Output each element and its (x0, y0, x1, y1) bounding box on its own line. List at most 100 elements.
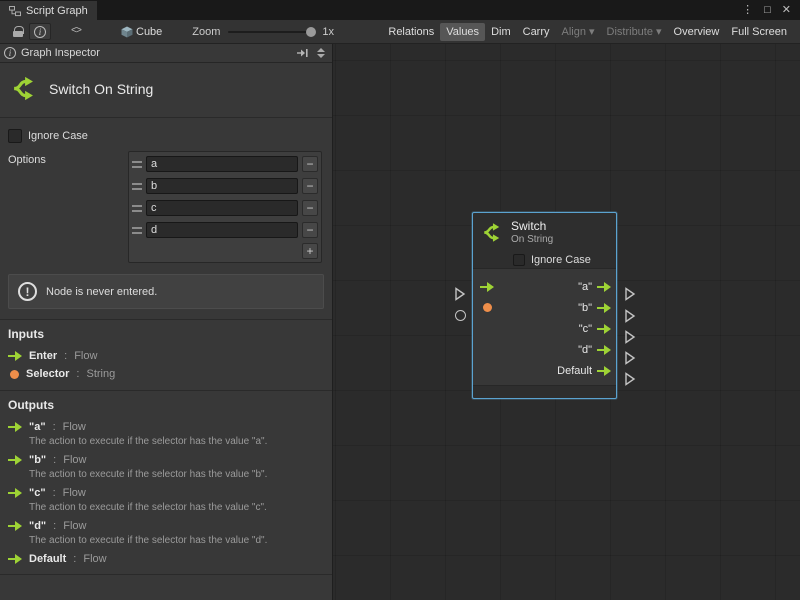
port-type: Flow (63, 454, 86, 466)
remove-option-button[interactable]: − (302, 178, 318, 194)
node-port-label: "a" (578, 281, 592, 293)
distribute-button[interactable]: Distribute ▾ (601, 22, 668, 41)
options-label: Options (8, 151, 128, 166)
enter-port-icon[interactable] (480, 282, 494, 292)
edit-script-button[interactable]: <> (65, 23, 87, 40)
flow-port-icon (8, 554, 22, 564)
selector-port-icon[interactable] (483, 303, 492, 312)
fullscreen-label: Full Screen (731, 26, 787, 38)
remove-option-button[interactable]: − (302, 222, 318, 238)
close-icon[interactable]: ✕ (782, 5, 791, 16)
dim-label: Dim (491, 26, 511, 38)
chevron-down-icon: ▾ (589, 25, 595, 38)
values-button[interactable]: Values (440, 23, 485, 41)
drag-handle-icon[interactable] (132, 227, 142, 234)
flow-port-icon (8, 351, 22, 361)
port-separator: : (53, 454, 56, 466)
option-input-2[interactable] (146, 200, 298, 216)
external-value-input-port[interactable] (455, 310, 466, 321)
lock-button[interactable] (7, 23, 29, 40)
switch-on-string-node[interactable]: Switch On String Ignore Case "a" "b" (472, 212, 617, 399)
value-port-icon (10, 370, 19, 379)
zoom-value: 1x (322, 26, 334, 38)
port-description: The action to execute if the selector ha… (0, 469, 332, 484)
warning-box: ! Node is never entered. (8, 274, 324, 309)
graph-inspector-panel: i Graph Inspector Switch On String (0, 44, 333, 600)
external-output-port-d[interactable] (624, 351, 636, 365)
port-type: Flow (63, 421, 86, 433)
output-port-row-a: "a" : Flow (0, 418, 332, 436)
option-input-1[interactable] (146, 178, 298, 194)
overview-label: Overview (674, 26, 720, 38)
port-separator: : (76, 368, 79, 380)
drag-handle-icon[interactable] (132, 183, 142, 190)
dim-button[interactable]: Dim (485, 23, 517, 41)
port-description: The action to execute if the selector ha… (0, 535, 332, 550)
output-port-icon[interactable] (597, 324, 611, 334)
graph-toolbar: i <> Cube Zoom 1x Relations Values Dim C… (0, 20, 800, 44)
relations-button[interactable]: Relations (382, 23, 440, 41)
node-port-label: "d" (578, 344, 592, 356)
graph-canvas[interactable]: Switch On String Ignore Case "a" "b" (333, 44, 800, 600)
warning-text: Node is never entered. (46, 286, 157, 298)
align-button[interactable]: Align ▾ (556, 22, 601, 41)
node-subtitle: On String (511, 234, 553, 246)
option-input-0[interactable] (146, 156, 298, 172)
maximize-icon[interactable]: □ (764, 5, 771, 16)
node-port-row-a: "a" (473, 276, 616, 297)
ignore-case-checkbox[interactable] (8, 129, 22, 143)
carry-button[interactable]: Carry (517, 23, 556, 41)
fullscreen-button[interactable]: Full Screen (725, 23, 793, 41)
unit-title-block: Switch On String (0, 63, 332, 118)
tab-script-graph[interactable]: Script Graph (0, 1, 97, 20)
external-output-port-c[interactable] (624, 330, 636, 344)
add-option-button[interactable]: + (302, 243, 318, 259)
output-port-icon[interactable] (597, 366, 611, 376)
external-output-port-default[interactable] (624, 372, 636, 386)
panel-scroll-arrows[interactable] (314, 47, 328, 59)
dock-pin-icon[interactable] (296, 48, 309, 58)
output-port-row-c: "c" : Flow (0, 484, 332, 502)
flow-port-icon (8, 455, 22, 465)
target-object-button[interactable]: Cube (115, 23, 168, 41)
output-port-row-d: "d" : Flow (0, 517, 332, 535)
inspector-toggle-button[interactable]: i (29, 23, 51, 40)
zoom-label: Zoom (192, 26, 220, 38)
port-type: Flow (63, 487, 86, 499)
overview-button[interactable]: Overview (668, 23, 726, 41)
drag-handle-icon[interactable] (132, 161, 142, 168)
zoom-slider[interactable] (228, 31, 314, 33)
node-port-label: "b" (578, 302, 592, 314)
external-flow-input-port[interactable] (454, 287, 466, 301)
options-list: − − − − (128, 151, 322, 263)
option-input-3[interactable] (146, 222, 298, 238)
output-port-icon[interactable] (597, 303, 611, 313)
node-ignore-case-label: Ignore Case (531, 254, 591, 266)
remove-option-button[interactable]: − (302, 156, 318, 172)
node-title: Switch (511, 220, 553, 234)
warning-icon: ! (18, 282, 37, 301)
scroll-down-icon (317, 54, 325, 58)
option-row: − (131, 197, 319, 219)
port-description: The action to execute if the selector ha… (0, 502, 332, 517)
remove-option-button[interactable]: − (302, 200, 318, 216)
output-port-icon[interactable] (597, 345, 611, 355)
outputs-block: "a" : Flow The action to execute if the … (0, 418, 332, 575)
external-output-port-a[interactable] (624, 287, 636, 301)
flow-port-icon (8, 521, 22, 531)
inspector-body: Ignore Case Options − − (0, 118, 332, 600)
node-port-row-b: "b" (473, 297, 616, 318)
window-menu-icon[interactable]: ⋮ (742, 5, 753, 16)
inputs-header: Inputs (0, 319, 332, 347)
node-header[interactable]: Switch On String (473, 213, 616, 250)
node-ignore-case-checkbox[interactable] (513, 254, 525, 266)
output-port-icon[interactable] (597, 282, 611, 292)
port-name: "d" (29, 520, 46, 532)
option-row: − (131, 153, 319, 175)
zoom-slider-handle[interactable] (306, 27, 316, 37)
external-output-port-b[interactable] (624, 309, 636, 323)
output-port-row-b: "b" : Flow (0, 451, 332, 469)
port-type: Flow (74, 350, 97, 362)
drag-handle-icon[interactable] (132, 205, 142, 212)
option-row: − (131, 219, 319, 241)
